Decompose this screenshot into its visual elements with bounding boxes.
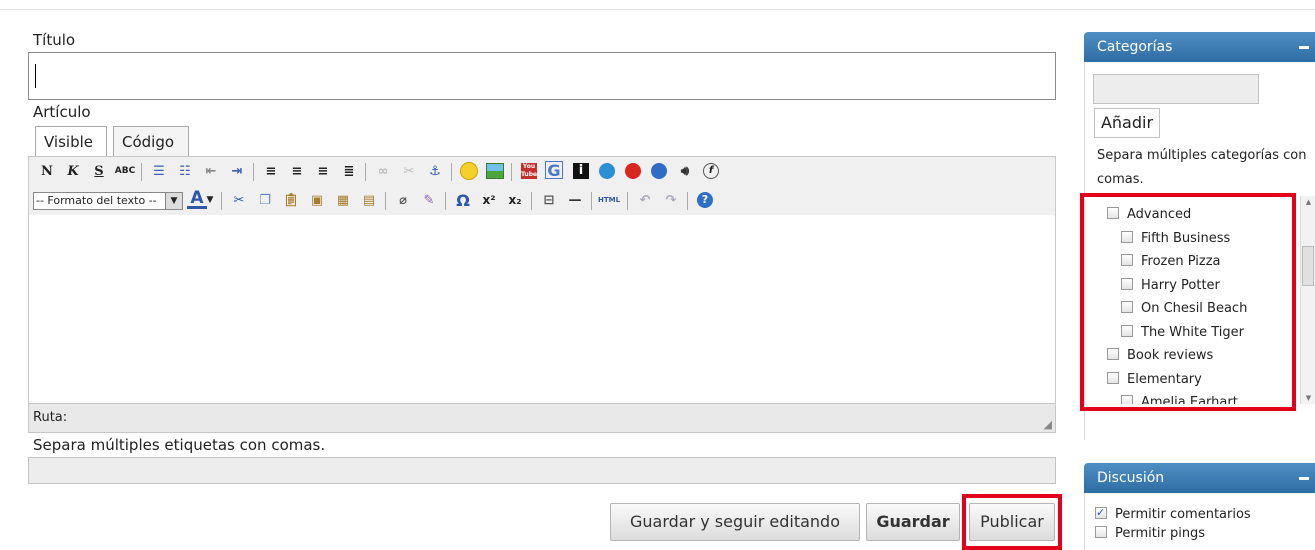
- tags-hint: Separa múltiples etiquetas con comas.: [33, 436, 326, 454]
- eraser-icon[interactable]: ⌀: [393, 190, 413, 210]
- align-right-button[interactable]: ≡: [313, 161, 333, 181]
- categories-hint: Separa múltiples categorías con comas.: [1097, 148, 1307, 187]
- ordered-list-button[interactable]: ☷: [175, 161, 195, 181]
- chevron-down-icon[interactable]: ▼: [205, 190, 215, 210]
- save-button[interactable]: Guardar: [866, 503, 960, 541]
- separator: [141, 163, 142, 181]
- save-continue-button[interactable]: Guardar y seguir editando: [610, 503, 860, 541]
- page-break-icon[interactable]: ⊟: [539, 190, 559, 210]
- separator: [451, 163, 452, 181]
- discussion-panel-header[interactable]: Discusión: [1084, 463, 1315, 493]
- path-label: Ruta:: [33, 410, 68, 425]
- indent-button[interactable]: ⇥: [227, 161, 247, 181]
- strikethrough-button[interactable]: S: [89, 161, 109, 181]
- publish-highlight: [962, 494, 1062, 550]
- quicktime-icon[interactable]: [597, 161, 617, 181]
- cleanup-icon[interactable]: ✎: [419, 190, 439, 210]
- bold-button[interactable]: N: [37, 161, 57, 181]
- real-media-icon[interactable]: [623, 161, 643, 181]
- paste-text-icon[interactable]: ▣: [307, 190, 327, 210]
- allow-comments-option[interactable]: Permitir comentarios: [1095, 504, 1251, 524]
- windows-media-icon[interactable]: [649, 161, 669, 181]
- allow-comments-label: Permitir comentarios: [1115, 507, 1251, 522]
- article-label: Artículo: [33, 103, 91, 121]
- superscript-icon[interactable]: x²: [479, 190, 499, 210]
- categories-title: Categorías: [1097, 39, 1173, 55]
- text-cursor: [35, 64, 36, 88]
- subscript-icon[interactable]: x₂: [505, 190, 525, 210]
- unlink-icon[interactable]: ✂: [399, 161, 419, 181]
- redo-icon[interactable]: ↷: [661, 190, 681, 210]
- html-source-icon[interactable]: HTML: [597, 190, 621, 210]
- allow-pings-checkbox[interactable]: [1095, 526, 1107, 538]
- allow-pings-label: Permitir pings: [1115, 526, 1206, 541]
- scroll-up-icon[interactable]: ▲: [1301, 196, 1315, 208]
- image-icon[interactable]: [485, 161, 505, 181]
- horizontal-rule-icon[interactable]: —: [565, 190, 585, 210]
- separator: [627, 192, 628, 210]
- link-icon[interactable]: ∞: [373, 161, 393, 181]
- flash-icon[interactable]: f: [701, 161, 721, 181]
- chevron-down-icon: ▼: [165, 193, 182, 209]
- paste-table-icon[interactable]: ▤: [359, 190, 379, 210]
- title-input[interactable]: [28, 52, 1056, 100]
- separator: [253, 163, 254, 181]
- collapse-icon[interactable]: [1299, 46, 1309, 49]
- add-category-button[interactable]: Añadir: [1094, 108, 1160, 138]
- separator: [591, 192, 592, 210]
- anchor-icon[interactable]: ⚓: [425, 161, 445, 181]
- separator: [445, 192, 446, 210]
- youtube-icon[interactable]: You Tube: [519, 161, 539, 181]
- spellcheck-button[interactable]: ABC: [115, 161, 135, 181]
- scroll-down-icon[interactable]: ▼: [1301, 392, 1315, 404]
- undo-icon[interactable]: ↶: [635, 190, 655, 210]
- help-icon[interactable]: ?: [695, 190, 715, 210]
- discussion-title: Discusión: [1097, 470, 1165, 486]
- special-char-icon[interactable]: Ω: [453, 190, 473, 210]
- discussion-panel-body: Permitir comentarios Permitir pings: [1084, 493, 1315, 550]
- separator: [385, 192, 386, 210]
- scrollbar[interactable]: ▲ ▼: [1300, 196, 1315, 404]
- align-center-button[interactable]: ≡: [287, 161, 307, 181]
- separator: [511, 163, 512, 181]
- justify-button[interactable]: ≣: [339, 161, 359, 181]
- separator: [531, 192, 532, 210]
- category-input[interactable]: [1093, 74, 1259, 104]
- allow-pings-option[interactable]: Permitir pings: [1095, 525, 1205, 543]
- tab-codigo[interactable]: Código: [113, 126, 189, 156]
- tags-input[interactable]: [28, 457, 1056, 484]
- outdent-button[interactable]: ⇤: [201, 161, 221, 181]
- collapse-icon[interactable]: [1299, 477, 1309, 480]
- emoticon-icon[interactable]: [459, 161, 479, 181]
- cut-icon[interactable]: ✂: [229, 190, 249, 210]
- top-divider: [0, 9, 1315, 10]
- unordered-list-button[interactable]: ☰: [149, 161, 169, 181]
- format-select-value: -- Formato del texto --: [36, 194, 157, 207]
- font-color-icon[interactable]: A: [187, 188, 207, 209]
- info-icon[interactable]: i: [571, 161, 591, 181]
- title-label: Título: [33, 31, 76, 49]
- scroll-thumb[interactable]: [1302, 246, 1314, 286]
- editor-path-bar: Ruta: ◢: [28, 403, 1056, 433]
- align-left-button[interactable]: ≡: [261, 161, 281, 181]
- resize-handle-icon[interactable]: ◢: [1044, 418, 1052, 431]
- paste-word-icon[interactable]: ▦: [333, 190, 353, 210]
- editor-toolbar-row2: -- Formato del texto -- ▼ A ▼ ✂ ❐ 📋︎ ▣ ▦…: [28, 186, 1056, 216]
- google-icon[interactable]: G: [545, 161, 563, 180]
- separator: [687, 192, 688, 210]
- editor-content-area[interactable]: [28, 215, 1056, 403]
- editor-toolbar-row1: N K S ABC ☰ ☷ ⇤ ⇥ ≡ ≡ ≡ ≣ ∞ ✂ ⚓ You Tube …: [28, 156, 1056, 186]
- tab-visible[interactable]: Visible: [35, 126, 107, 156]
- categories-panel-header[interactable]: Categorías: [1084, 32, 1315, 62]
- separator: [221, 192, 222, 210]
- paste-icon[interactable]: 📋︎: [281, 190, 301, 210]
- separator: [365, 163, 366, 181]
- format-select[interactable]: -- Formato del texto -- ▼: [33, 192, 183, 210]
- allow-comments-checkbox[interactable]: [1095, 504, 1107, 522]
- category-list-highlight: [1080, 193, 1296, 411]
- italic-button[interactable]: K: [63, 161, 83, 181]
- copy-icon[interactable]: ❐: [255, 190, 275, 210]
- audio-icon[interactable]: 🔊︎: [675, 161, 695, 181]
